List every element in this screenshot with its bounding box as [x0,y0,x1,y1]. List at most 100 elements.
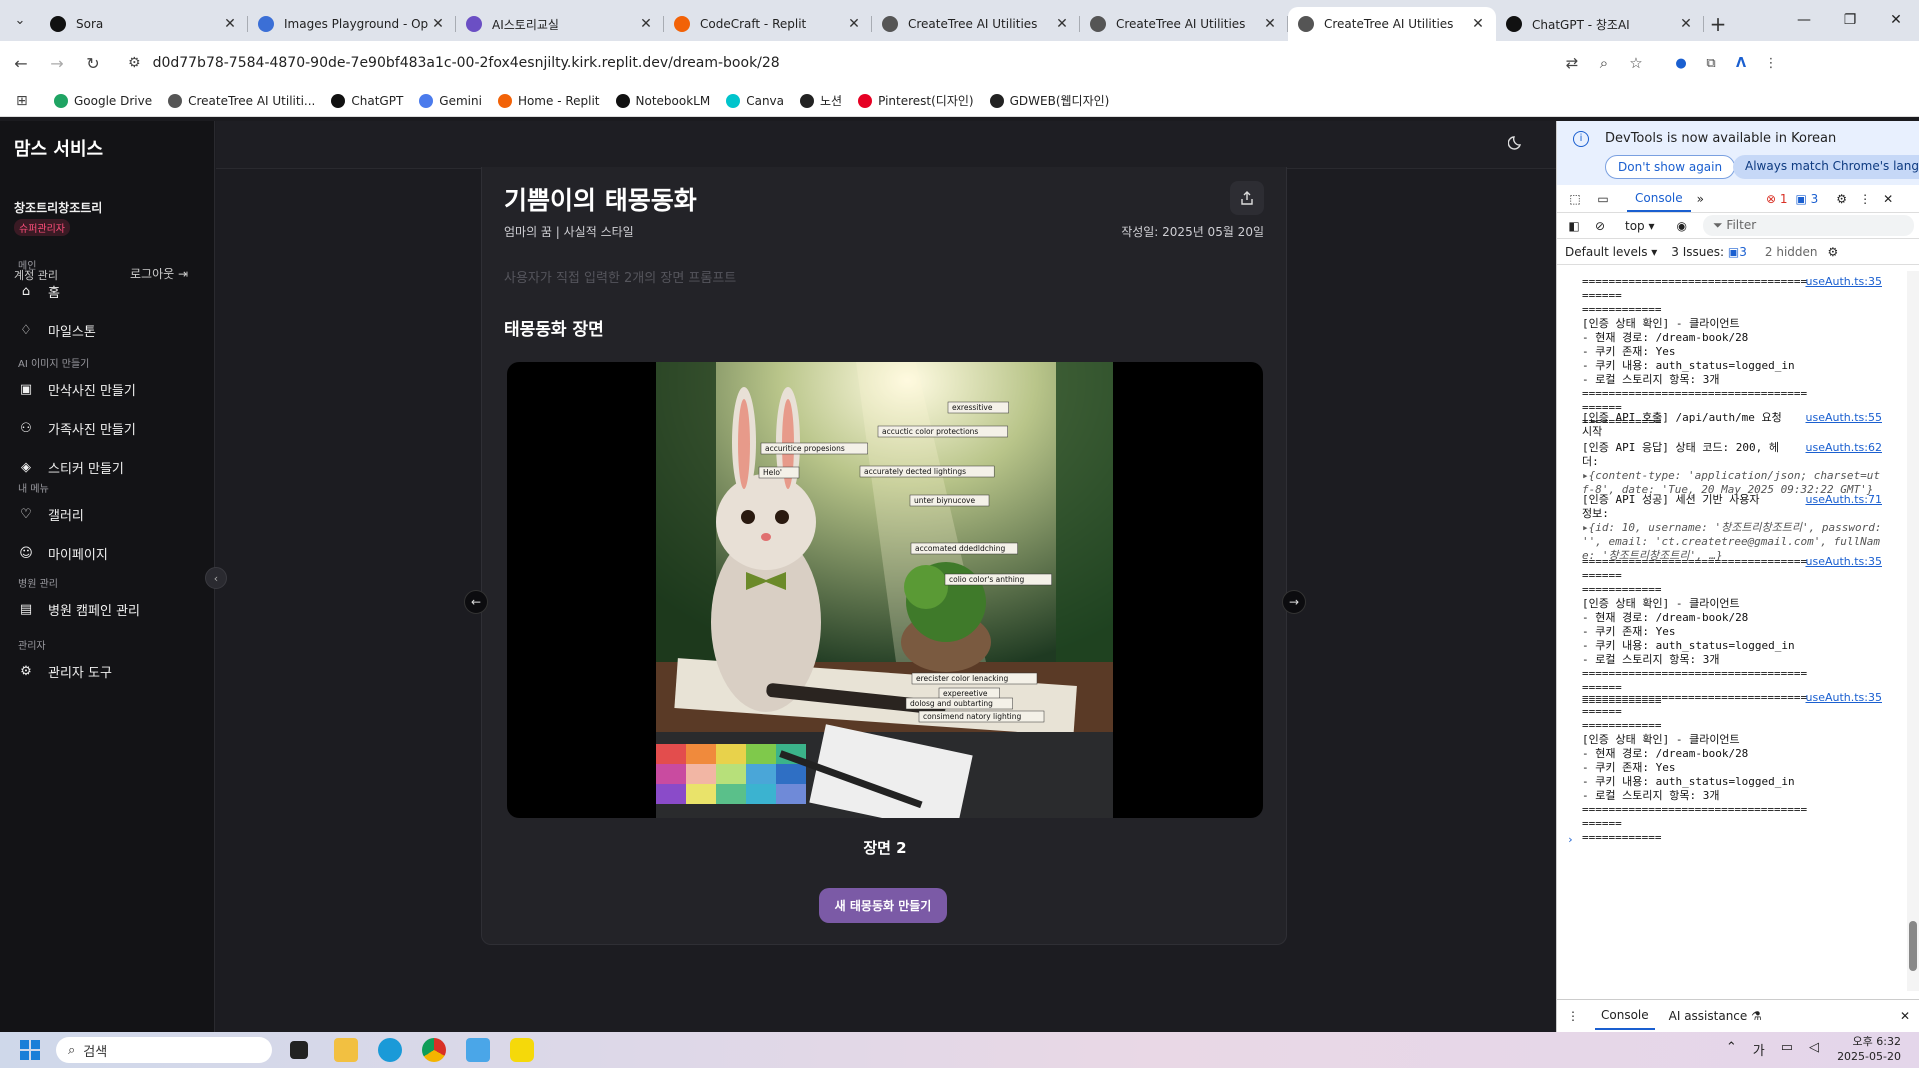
extension-icon[interactable]: ● [1666,56,1696,71]
next-scene-button[interactable]: → [1282,590,1306,614]
settings-gear-icon[interactable]: ⚙ [1836,192,1847,206]
browser-tab[interactable]: CreateTree AI Utilities ✕ [1288,7,1496,41]
dont-show-again-button[interactable]: Don't show again [1605,155,1736,179]
taskbar-search[interactable]: ⌕ 검색 [56,1037,272,1063]
eye-icon[interactable]: ◉ [1677,219,1687,233]
reload-button[interactable]: ↻ [78,48,108,78]
apps-grid-icon[interactable]: ⊞ [16,93,40,109]
bookmark-item[interactable]: 노션 [800,92,842,109]
close-devtools-icon[interactable]: ✕ [1883,192,1893,206]
more-tabs-icon[interactable]: » [1697,192,1704,206]
new-tab-button[interactable]: + [1704,7,1732,41]
sidebar-toggle-icon[interactable]: ◧ [1561,219,1587,233]
browser-menu-icon[interactable]: ⋮ [1756,56,1786,71]
close-tab-icon[interactable]: ✕ [1678,16,1694,32]
drawer-tab-console[interactable]: Console [1595,1002,1655,1030]
drawer-tab-ai-assistance[interactable]: AI assistance ⚗ [1669,1009,1762,1023]
browser-tab[interactable]: Images Playground - Op ✕ [248,7,456,41]
bookmark-item[interactable]: Canva [726,93,784,108]
bookmark-item[interactable]: ChatGPT [331,93,403,108]
photos-icon[interactable] [466,1038,490,1062]
console-scrollbar[interactable] [1907,271,1919,991]
chevron-up-icon[interactable]: ⌃ [1726,1040,1737,1059]
sidebar-item[interactable]: ♢ 마일스톤 [18,318,198,342]
close-tab-icon[interactable]: ✕ [1470,16,1486,32]
browser-tab[interactable]: Sora ✕ [40,7,248,41]
restore-icon[interactable]: ❐ [1827,0,1873,41]
message-count[interactable]: ▣ 3 [1796,192,1819,206]
forward-button[interactable]: → [42,48,72,78]
sidebar-item[interactable]: ▤ 병원 캠페인 관리 [18,597,198,621]
translate-icon[interactable]: ⇄ [1556,54,1588,72]
bookmark-item[interactable]: GDWEB(웹디자인) [989,92,1109,109]
browser-tab[interactable]: AI스토리교실 ✕ [456,7,664,41]
taskbar-clock[interactable]: 오후 6:32 2025-05-20 [1837,1034,1901,1064]
share-button[interactable] [1230,181,1264,215]
bookmark-item[interactable]: NotebookLM [615,93,710,108]
error-count[interactable]: ⊗ 1 [1766,192,1788,206]
bookmark-star-icon[interactable]: ☆ [1620,54,1652,72]
bookmark-item[interactable]: Home - Replit [497,93,600,108]
clear-console-icon[interactable]: ⊘ [1587,219,1613,233]
minimize-icon[interactable]: — [1781,0,1827,41]
always-match-language-button[interactable]: Always match Chrome's languag [1733,155,1919,179]
new-dream-book-button[interactable]: 새 태몽동화 만들기 [819,888,947,923]
profile-avatar[interactable]: Λ [1726,56,1756,71]
log-levels-select[interactable]: Default levels ▾ [1565,245,1657,259]
sidebar-item[interactable]: ☺ 마이페이지 [18,541,198,565]
sidebar-item[interactable]: ⚙ 관리자 도구 [18,659,198,683]
close-tab-icon[interactable]: ✕ [222,16,238,32]
bookmark-item[interactable]: CreateTree AI Utiliti... [168,93,315,108]
log-source-link[interactable]: useAuth.ts:35 [1806,691,1883,705]
close-tab-icon[interactable]: ✕ [846,16,862,32]
drawer-menu-icon[interactable]: ⋮ [1561,1009,1585,1023]
chrome-icon[interactable] [422,1038,446,1062]
console-prompt[interactable]: › [1567,833,1574,846]
bookmark-item[interactable]: Pinterest(디자인) [858,92,974,109]
browser-tab[interactable]: CodeCraft - Replit ✕ [664,7,872,41]
brand-title[interactable]: 맘스 서비스 [14,135,103,161]
puzzle-icon[interactable]: ⧉ [1696,56,1726,71]
bookmark-item[interactable]: Google Drive [54,93,152,108]
filter-input[interactable]: ⏷ Filter [1703,215,1914,236]
scrollbar-thumb[interactable] [1909,921,1917,971]
log-source-link[interactable]: useAuth.ts:35 [1806,555,1883,569]
windows-start-icon[interactable] [20,1040,40,1060]
close-tab-icon[interactable]: ✕ [1262,16,1278,32]
zoom-icon[interactable]: ⌕ [1588,54,1620,72]
moon-icon[interactable] [1507,135,1524,155]
prev-scene-button[interactable]: ← [464,590,488,614]
site-info-icon[interactable]: ⚙ [128,55,141,71]
tab-console[interactable]: Console [1627,186,1691,212]
close-tab-icon[interactable]: ✕ [638,16,654,32]
volume-icon[interactable]: ◁ [1809,1040,1819,1059]
network-icon[interactable]: ▭ [1781,1040,1793,1059]
browser-tab[interactable]: CreateTree AI Utilities ✕ [1080,7,1288,41]
file-explorer-icon[interactable] [334,1038,358,1062]
inspect-icon[interactable]: ⬚ [1561,192,1589,206]
bookmark-item[interactable]: Gemini [419,93,482,108]
sidebar-item[interactable]: ⌂ 홈 [18,279,198,303]
context-select[interactable]: top ▾ [1625,219,1655,233]
close-drawer-icon[interactable]: ✕ [1900,1009,1910,1023]
sidebar-item[interactable]: ◈ 스티커 만들기 [18,455,198,479]
issues-label[interactable]: 3 Issues: ▣3 [1671,245,1747,259]
log-source-link[interactable]: useAuth.ts:55 [1806,411,1883,425]
edge-icon[interactable] [378,1038,402,1062]
kebab-menu-icon[interactable]: ⋮ [1859,192,1871,206]
close-window-icon[interactable]: ✕ [1873,0,1919,41]
close-tab-icon[interactable]: ✕ [430,16,446,32]
browser-tab[interactable]: ChatGPT - 창조AI ✕ [1496,7,1704,41]
tab-search-button[interactable]: ⌄ [0,0,40,41]
back-button[interactable]: ← [6,48,36,78]
close-tab-icon[interactable]: ✕ [1054,16,1070,32]
collapse-sidebar-button[interactable]: ‹ [205,567,227,589]
sidebar-item[interactable]: ♡ 갤러리 [18,502,198,526]
task-view-icon[interactable] [290,1041,308,1059]
log-source-link[interactable]: useAuth.ts:62 [1806,441,1883,455]
ime-indicator[interactable]: 가 [1753,1040,1765,1059]
browser-tab[interactable]: CreateTree AI Utilities ✕ [872,7,1080,41]
address-bar[interactable]: ⚙ d0d77b78-7584-4870-90de-7e90bf483a1c-0… [118,46,1658,80]
sidebar-item[interactable]: ⚇ 가족사진 만들기 [18,416,198,440]
log-source-link[interactable]: useAuth.ts:71 [1806,493,1883,507]
